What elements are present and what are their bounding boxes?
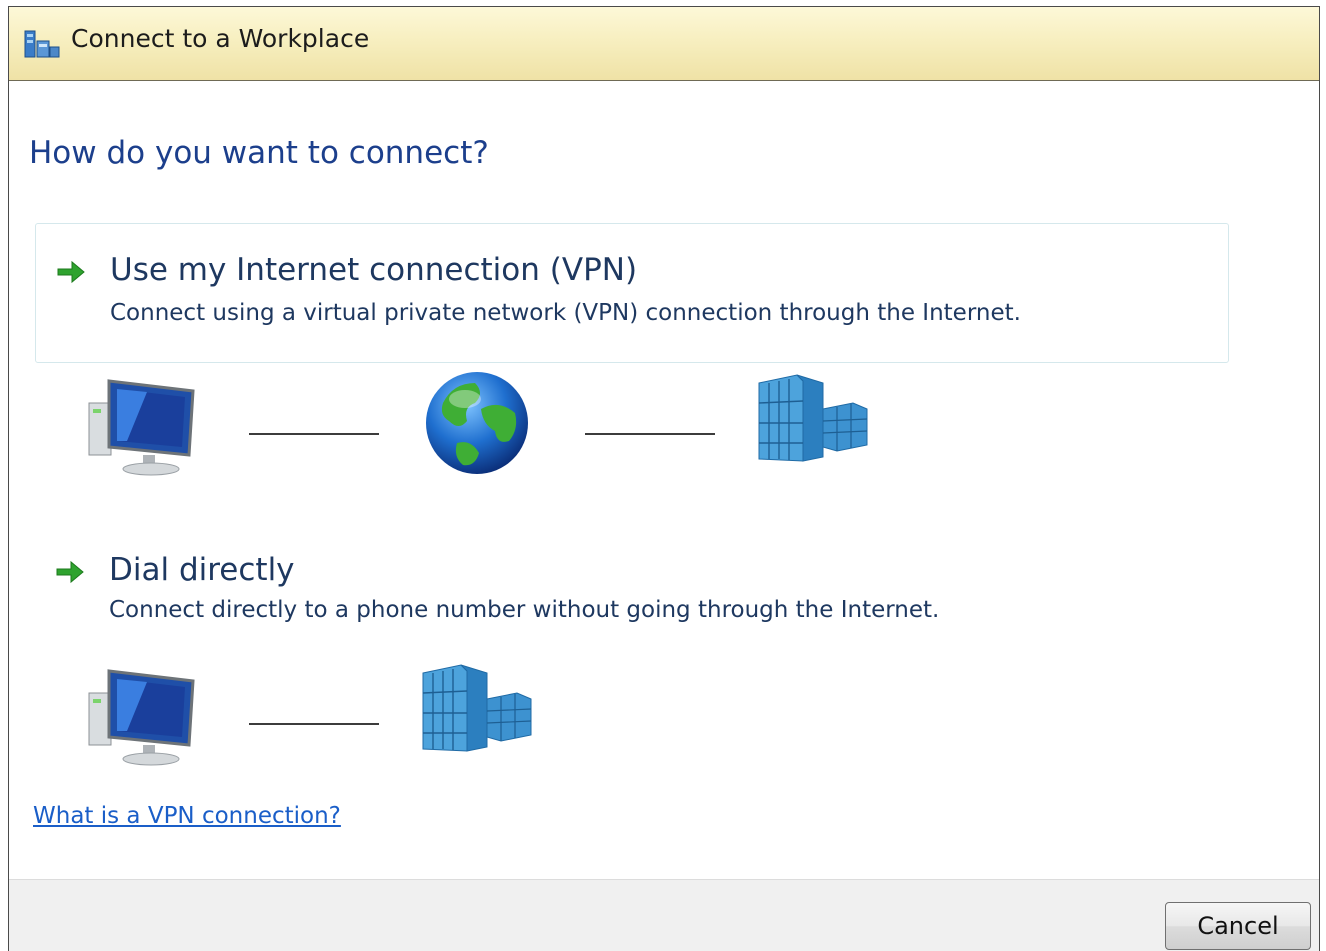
computer-monitor-icon [88, 669, 195, 766]
connection-line [585, 433, 715, 435]
globe-icon [426, 372, 528, 474]
page-heading: How do you want to connect? [29, 135, 489, 171]
office-building-icon [422, 664, 532, 752]
vpn-option-title: Use my Internet connection (VPN) [110, 252, 638, 288]
vpn-option[interactable]: Use my Internet connection (VPN) Connect… [35, 223, 1229, 363]
connection-line [249, 723, 379, 725]
dialog-footer: Cancel [9, 879, 1319, 951]
network-connection-icon [24, 30, 60, 58]
green-arrow-icon [56, 560, 84, 584]
dial-directly-option[interactable]: Dial directly Connect directly to a phon… [35, 537, 1229, 633]
connection-line [249, 433, 379, 435]
title-bar[interactable]: Connect to a Workplace [9, 7, 1319, 81]
office-building-icon [758, 374, 868, 462]
computer-monitor-icon [88, 379, 195, 476]
window-title: Connect to a Workplace [71, 24, 370, 53]
dial-option-title: Dial directly [109, 552, 295, 588]
vpn-option-description: Connect using a virtual private network … [110, 300, 1021, 326]
green-arrow-icon [57, 260, 85, 284]
dial-option-description: Connect directly to a phone number witho… [109, 597, 940, 623]
cancel-button[interactable]: Cancel [1165, 902, 1311, 950]
vpn-help-link[interactable]: What is a VPN connection? [33, 801, 341, 831]
connect-workplace-dialog: Connect to a Workplace How do you want t… [8, 6, 1320, 951]
